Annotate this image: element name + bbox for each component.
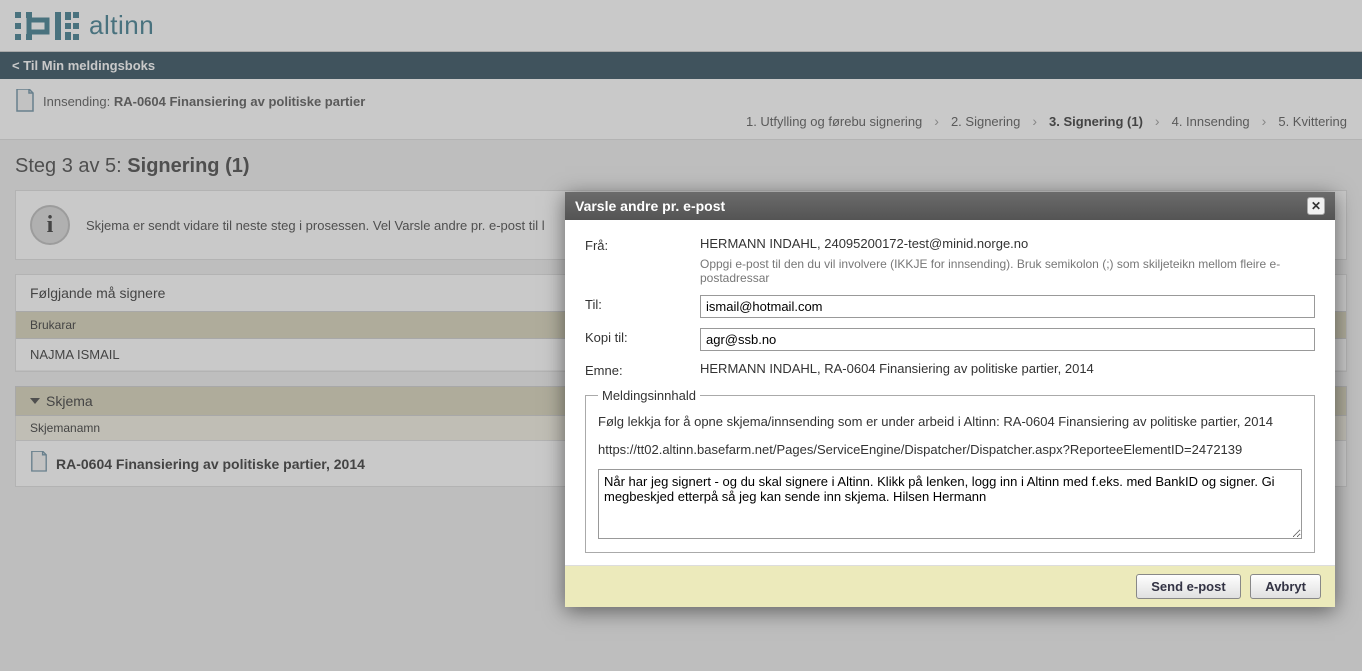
cancel-button[interactable]: Avbryt — [1250, 574, 1321, 599]
to-label: Til: — [585, 295, 700, 312]
from-text: HERMANN INDAHL, 24095200172-test@minid.n… — [700, 236, 1028, 251]
from-label: Frå: — [585, 236, 700, 253]
modal-title: Varsle andre pr. e-post — [575, 198, 725, 214]
to-input[interactable] — [700, 295, 1315, 318]
modal-header: Varsle andre pr. e-post ✕ — [565, 192, 1335, 220]
modal-email: Varsle andre pr. e-post ✕ Frå: HERMANN I… — [565, 192, 1335, 607]
fieldset-legend: Meldingsinnhald — [598, 388, 700, 403]
message-textarea[interactable] — [598, 469, 1302, 539]
from-value: HERMANN INDAHL, 24095200172-test@minid.n… — [700, 236, 1315, 285]
message-link: https://tt02.altinn.basefarm.net/Pages/S… — [598, 441, 1302, 459]
message-line1: Følg lekkja for å opne skjema/innsending… — [598, 413, 1302, 431]
subject-value: HERMANN INDAHL, RA-0604 Finansiering av … — [700, 361, 1315, 376]
close-icon[interactable]: ✕ — [1307, 197, 1325, 215]
cc-label: Kopi til: — [585, 328, 700, 345]
from-hint: Oppgi e-post til den du vil involvere (I… — [700, 257, 1315, 285]
send-email-button[interactable]: Send e-post — [1136, 574, 1240, 599]
subject-label: Emne: — [585, 361, 700, 378]
cc-input[interactable] — [700, 328, 1315, 351]
modal-footer: Send e-post Avbryt — [565, 565, 1335, 607]
modal-body: Frå: HERMANN INDAHL, 24095200172-test@mi… — [565, 220, 1335, 565]
message-fieldset: Meldingsinnhald Følg lekkja for å opne s… — [585, 388, 1315, 553]
